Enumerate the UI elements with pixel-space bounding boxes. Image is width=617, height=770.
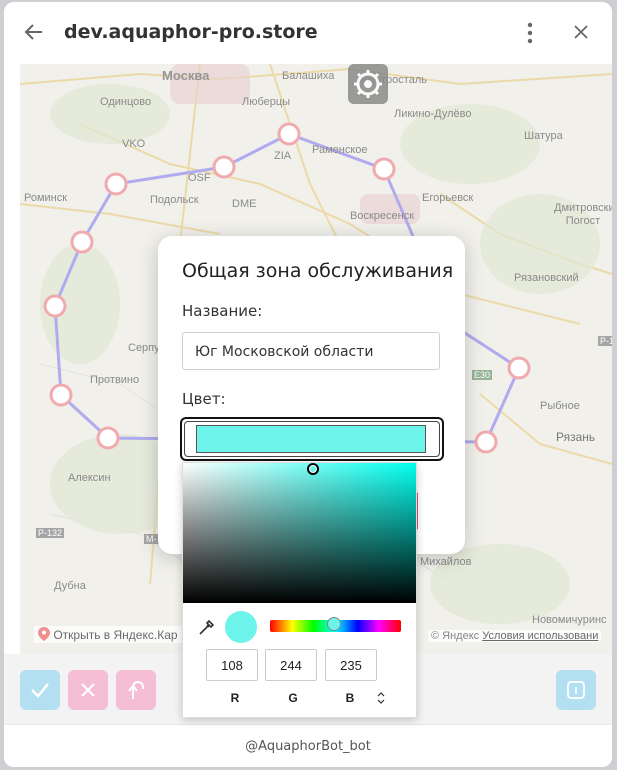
eyedropper-icon[interactable] (197, 619, 215, 637)
dialog-title: Общая зона обслуживания (182, 260, 454, 282)
color-label: Цвет: (182, 390, 226, 408)
b-label: B (345, 691, 355, 705)
page-title: dev.aquaphor-pro.store (64, 21, 318, 43)
name-input[interactable]: Юг Московской области (182, 332, 440, 370)
r-input[interactable]: 108 (206, 649, 258, 681)
back-arrow-icon[interactable] (22, 20, 46, 44)
close-icon[interactable] (570, 21, 592, 43)
top-bar: dev.aquaphor-pro.store (4, 2, 612, 64)
saturation-value-area[interactable] (183, 462, 416, 603)
footer: @AquaphorBot_bot (4, 724, 612, 767)
name-label: Название: (182, 302, 263, 320)
color-preview (225, 611, 257, 643)
sv-cursor[interactable] (307, 462, 320, 475)
hue-slider-thumb[interactable] (327, 617, 342, 631)
b-input[interactable]: 235 (325, 649, 377, 681)
app-window: dev.aquaphor-pro.store Москва Балашиха Э… (4, 2, 612, 767)
color-picker: 108 244 235 R G B (182, 462, 417, 718)
format-toggle-icon[interactable] (377, 692, 385, 704)
r-label: R (230, 691, 240, 705)
g-label: G (288, 691, 298, 705)
color-field[interactable] (180, 417, 444, 461)
g-input[interactable]: 244 (265, 649, 317, 681)
hue-slider[interactable] (270, 617, 401, 632)
more-vert-icon[interactable] (520, 20, 540, 46)
color-swatch (196, 425, 426, 453)
